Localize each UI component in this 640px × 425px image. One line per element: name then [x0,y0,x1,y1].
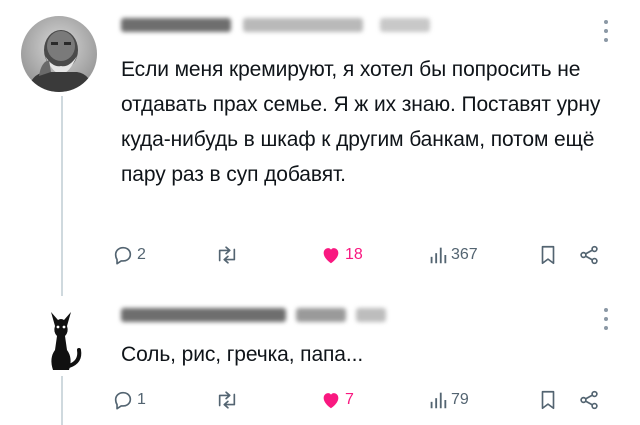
more-options-icon[interactable] [603,20,609,42]
share-button[interactable] [578,242,600,268]
reply-count: 2 [137,246,146,263]
reply-icon [114,246,132,265]
reply-icon [114,391,132,410]
bookmark-icon [541,390,555,410]
old-man-avatar-image [21,16,97,92]
share-icon [580,390,598,410]
tweet-text: Соль, рис, гречка, папа... [121,343,364,366]
views-count: 367 [451,246,478,263]
like-count: 18 [345,246,363,263]
tweet-2[interactable]: Соль, рис, гречка, папа... 1 7 79 [0,290,640,425]
bookmark-button[interactable] [538,242,558,268]
timestamp-blurred [356,308,386,322]
author-handle-blurred[interactable] [243,18,363,32]
reply-count: 1 [137,391,146,408]
retweet-button[interactable] [214,387,243,413]
retweet-icon [218,391,236,409]
views-chart-icon [430,247,447,264]
bookmark-button[interactable] [538,387,558,413]
author-name-blurred[interactable] [121,308,286,322]
black-cat-avatar[interactable] [23,300,99,376]
retweet-icon [218,246,236,264]
bookmark-icon [541,245,555,265]
more-options-icon[interactable] [603,308,609,330]
share-icon [580,245,598,265]
views-button[interactable]: 367 [428,242,478,268]
tweet-1[interactable]: Если меня кремируют, я хотел бы попросит… [0,0,640,290]
views-chart-icon [430,392,447,409]
heart-filled-icon [323,393,339,409]
tweet-text: Если меня кремируют, я хотел бы попросит… [121,58,601,186]
views-count: 79 [451,391,469,408]
reply-button[interactable]: 1 [112,387,146,413]
share-button[interactable] [578,387,600,413]
black-cat-avatar-image [23,300,99,376]
author-name-blurred[interactable] [121,18,231,32]
heart-filled-icon [323,248,339,264]
tweet-actions: 2 18 367 [112,242,612,268]
like-button[interactable]: 7 [320,387,354,413]
retweet-button[interactable] [214,242,243,268]
tweet-actions: 1 7 79 [112,387,612,413]
like-button[interactable]: 18 [320,242,363,268]
timestamp-blurred [380,18,430,32]
views-button[interactable]: 79 [428,387,469,413]
reply-button[interactable]: 2 [112,242,146,268]
author-handle-blurred[interactable] [296,308,346,322]
like-count: 7 [345,391,354,408]
old-man-avatar[interactable] [21,16,97,92]
